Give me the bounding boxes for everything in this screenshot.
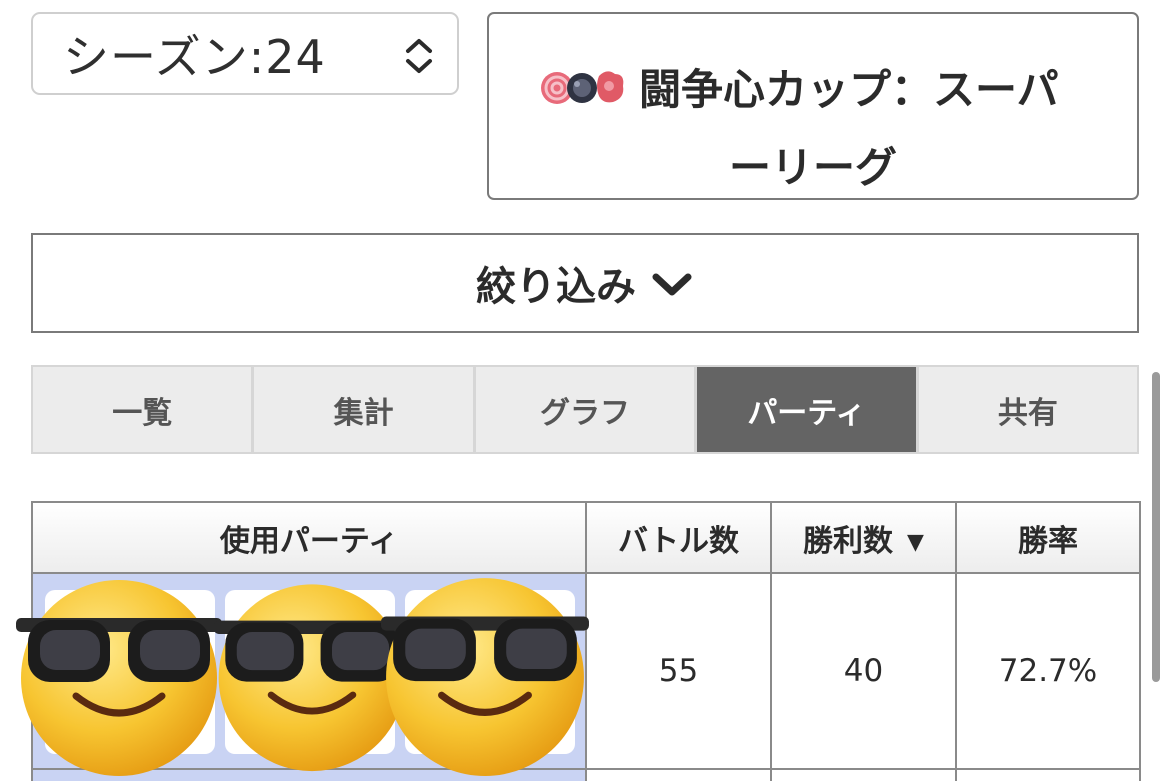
cup-title-line1: 闘争心カップ：スーパ bbox=[639, 64, 1059, 114]
win-rate-cell bbox=[955, 768, 1141, 781]
tab-list[interactable]: 一覧 bbox=[33, 367, 255, 452]
header-party[interactable]: 使用パーティ bbox=[31, 501, 587, 574]
wins-cell bbox=[770, 768, 957, 781]
cup-title-line2: ーリーグ bbox=[728, 143, 897, 192]
cup-selector[interactable]: 闘争心カップ：スーパ ーリーグ bbox=[487, 12, 1139, 200]
sort-desc-icon: ▼ bbox=[907, 529, 924, 555]
tab-share[interactable]: 共有 bbox=[919, 367, 1137, 452]
header-battles[interactable]: バトル数 bbox=[585, 501, 772, 574]
filter-label: 絞り込み bbox=[476, 264, 636, 310]
updown-chevron-icon bbox=[406, 39, 432, 73]
page: シーズン:24 闘争心カップ：スーパ ーリーグ 絞り込み 一覧 集計 グラフ パ… bbox=[0, 0, 1169, 781]
sunglasses-face-icon bbox=[381, 578, 589, 776]
wins-cell: 40 bbox=[770, 572, 957, 770]
win-rate-cell: 72.7% bbox=[955, 572, 1141, 770]
tab-graph[interactable]: グラフ bbox=[476, 367, 698, 452]
battles-cell: 55 bbox=[585, 572, 772, 770]
battles-cell bbox=[585, 768, 772, 781]
tab-bar: 一覧 集計 グラフ パーティ 共有 bbox=[31, 365, 1139, 454]
tab-party[interactable]: パーティ bbox=[697, 367, 919, 452]
season-select[interactable]: シーズン:24 bbox=[31, 12, 459, 95]
scrollbar[interactable] bbox=[1152, 372, 1160, 682]
tab-summary[interactable]: 集計 bbox=[254, 367, 476, 452]
cup-emblem-icon bbox=[541, 71, 624, 104]
sunglasses-face-icon bbox=[16, 580, 222, 776]
header-wins[interactable]: 勝利数 ▼ bbox=[770, 501, 957, 574]
header-win-rate[interactable]: 勝率 bbox=[955, 501, 1141, 574]
season-label: シーズン:24 bbox=[63, 29, 326, 84]
chevron-down-icon bbox=[652, 273, 692, 296]
filter-toggle-button[interactable]: 絞り込み bbox=[31, 233, 1139, 333]
